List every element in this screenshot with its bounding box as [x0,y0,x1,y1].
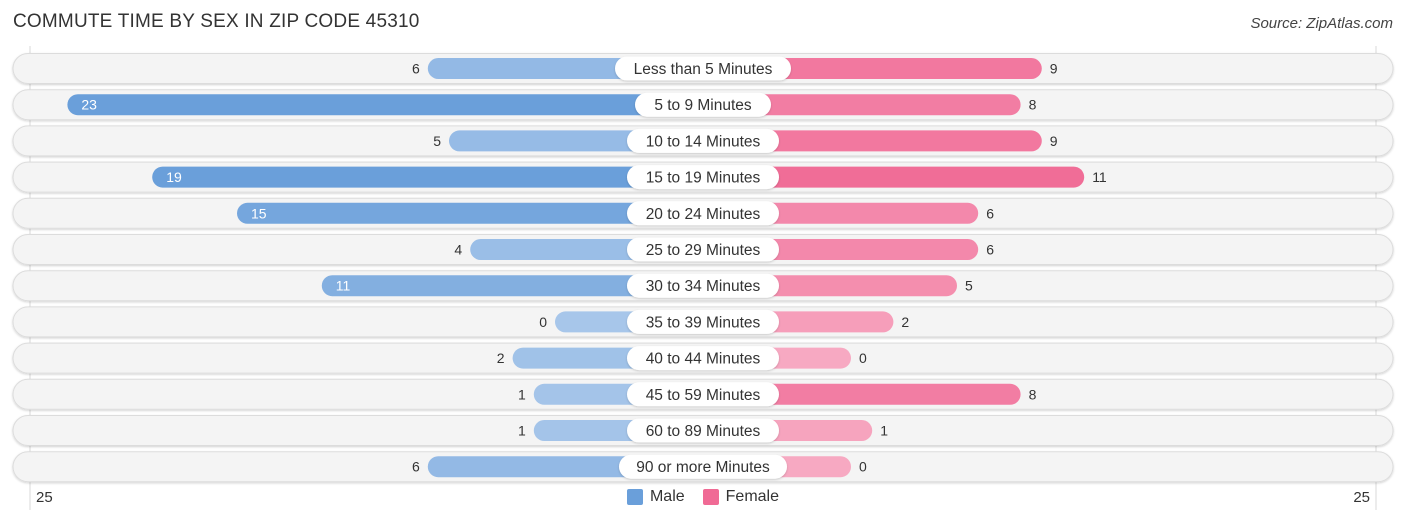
data-label-female: 2 [901,314,909,330]
table-row: 1 1 60 to 89 Minutes [12,415,1394,446]
category-label: 90 or more Minutes [636,459,770,476]
data-label-female: 11 [1092,169,1107,185]
category-label: 20 to 24 Minutes [646,206,761,223]
category-label: 30 to 34 Minutes [646,278,761,295]
table-row: 23 8 5 to 9 Minutes [12,89,1394,121]
data-label-male: 19 [166,169,182,185]
chart-area: 6 9 Less than 5 Minutes 23 8 5 to 9 Minutes 5 9… [12,46,1394,510]
category-label: 10 to 14 Minutes [646,133,761,150]
data-label-female: 6 [986,242,994,258]
table-row: 1 8 45 to 59 Minutes [12,378,1394,410]
data-label-female: 0 [859,459,867,475]
data-label-male: 0 [539,314,547,330]
legend-label-male: Male [649,488,685,505]
bar-male[interactable] [152,166,703,188]
table-row: 5 9 10 to 14 Minutes [12,125,1394,157]
bar-male[interactable] [67,94,703,116]
data-label-female: 9 [1050,133,1058,149]
legend-swatch-female [702,489,719,505]
legend-item-male[interactable]: Male [626,488,685,506]
category-label: 25 to 29 Minutes [646,242,761,259]
category-label: Less than 5 Minutes [634,61,773,78]
data-label-female: 0 [859,350,867,366]
data-label-female: 1 [880,423,888,439]
data-label-male: 11 [336,278,351,294]
legend-swatch-male [626,489,643,505]
category-label: 35 to 39 Minutes [646,314,761,331]
data-label-male: 23 [81,97,97,113]
data-label-female: 8 [1029,97,1037,113]
table-row: 15 6 20 to 24 Minutes [12,197,1394,229]
data-label-male: 2 [497,350,505,366]
data-label-female: 5 [965,278,973,294]
legend-label-female: Female [725,488,780,505]
table-row: 19 11 15 to 19 Minutes [12,161,1394,193]
data-label-male: 6 [412,459,420,475]
data-label-male: 1 [518,386,526,402]
data-label-female: 6 [986,205,994,221]
category-label: 45 to 59 Minutes [646,387,761,404]
table-row: 11 5 30 to 34 Minutes [12,270,1394,302]
data-label-male: 6 [412,61,420,77]
category-label: 15 to 19 Minutes [646,170,761,187]
data-label-male: 4 [454,242,462,258]
legend: Male Female [0,488,1406,506]
legend-item-female[interactable]: Female [702,488,780,506]
category-label: 40 to 44 Minutes [646,351,761,368]
table-row: 4 6 25 to 29 Minutes [12,234,1394,265]
data-label-male: 5 [433,133,441,149]
table-row: 2 0 40 to 44 Minutes [12,342,1394,374]
table-row: 0 2 35 to 39 Minutes [12,306,1394,338]
data-label-female: 8 [1029,386,1037,402]
category-label: 5 to 9 Minutes [654,97,752,114]
table-row: 6 0 90 or more Minutes [12,451,1394,483]
table-row: 6 9 Less than 5 Minutes [12,53,1394,84]
data-label-female: 9 [1050,61,1058,77]
data-label-male: 1 [518,423,526,439]
category-label: 60 to 89 Minutes [646,423,761,440]
data-label-male: 15 [251,205,267,221]
